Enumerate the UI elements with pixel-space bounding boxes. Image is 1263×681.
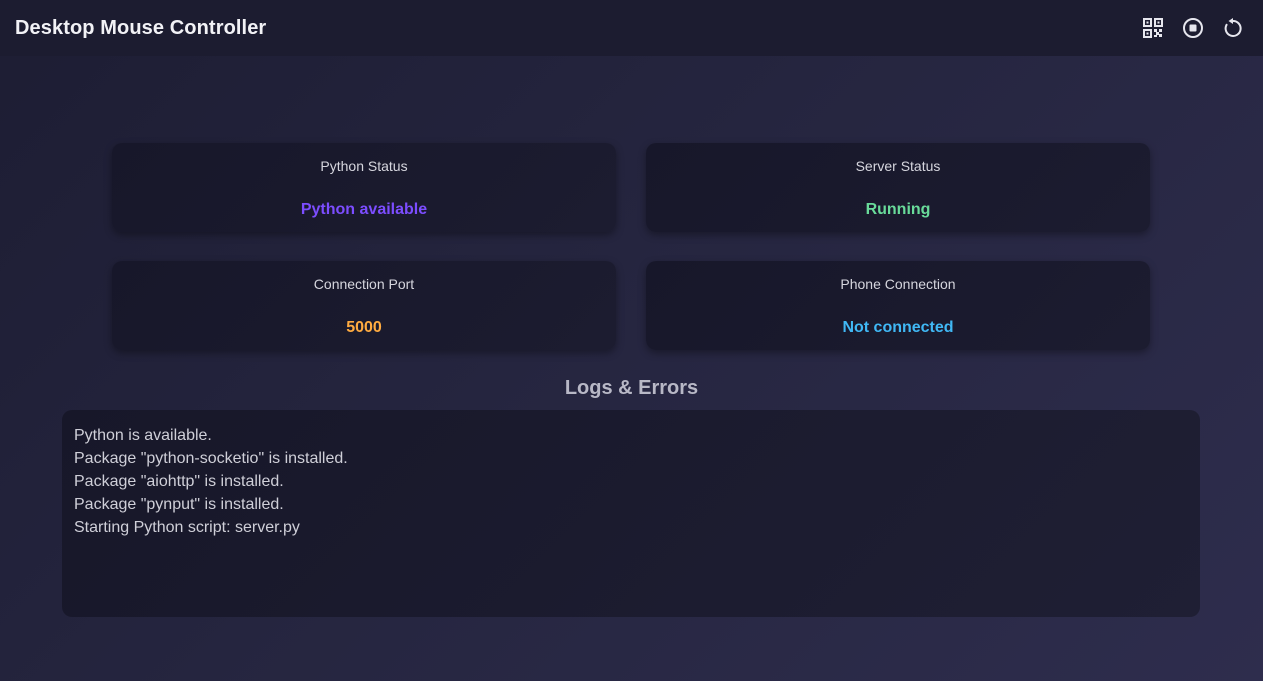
python-status-card: Python Status Python available [112, 143, 616, 232]
card-label: Connection Port [313, 276, 415, 292]
stop-button[interactable] [1173, 8, 1213, 48]
status-cards: Python Status Python available Server St… [112, 143, 1150, 350]
app-title: Desktop Mouse Controller [15, 16, 267, 39]
phone-connection-card: Phone Connection Not connected [646, 261, 1150, 350]
python-status-value: Python available [300, 201, 428, 218]
qr-code-button[interactable] [1133, 8, 1173, 48]
log-line: Package "python-socketio" is installed. [74, 450, 348, 467]
card-label: Python Status [320, 158, 408, 174]
qr-code-icon [1143, 18, 1163, 38]
restart-button[interactable] [1213, 8, 1253, 48]
logs-title: Logs & Errors [564, 377, 699, 399]
phone-connection-value: Not connected [842, 319, 954, 336]
server-status-value: Running [865, 201, 931, 218]
log-line: Package "aiohttp" is installed. [74, 473, 284, 490]
toolbar-actions [1133, 0, 1263, 56]
log-line: Package "pynput" is installed. [74, 496, 284, 513]
restart-icon [1222, 17, 1244, 39]
connection-port-card: Connection Port 5000 [112, 261, 616, 350]
log-line: Python is available. [74, 427, 212, 444]
card-label: Server Status [855, 158, 941, 174]
server-status-card: Server Status Running [646, 143, 1150, 232]
stop-icon [1182, 17, 1204, 39]
log-line: Starting Python script: server.py [74, 519, 300, 536]
top-bar: Desktop Mouse Controller [0, 0, 1263, 56]
connection-port-value: 5000 [346, 319, 382, 336]
logs-panel[interactable]: Python is available. Package "python-soc… [62, 410, 1200, 617]
card-label: Phone Connection [840, 276, 956, 292]
